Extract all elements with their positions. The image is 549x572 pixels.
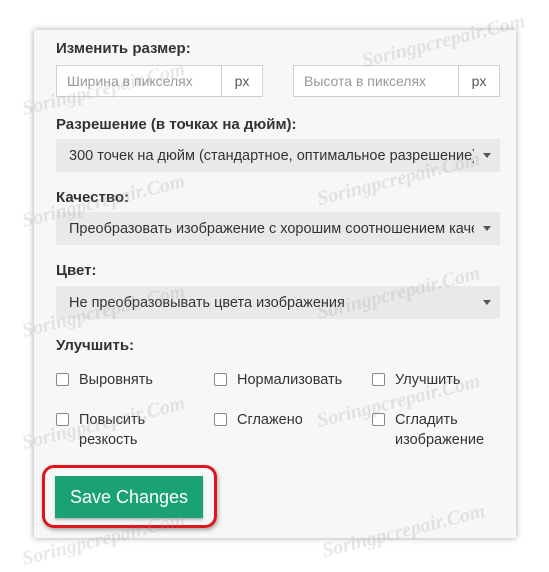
chevron-down-icon: [483, 226, 491, 231]
checkbox-label: Нормализовать: [237, 372, 343, 388]
width-unit: px: [221, 66, 262, 96]
quality-select[interactable]: Преобразовать изображение с хорошим соот…: [56, 212, 500, 245]
width-input-group: px: [56, 65, 263, 97]
resolution-selected: 300 точек на дюйм (стандартное, оптималь…: [69, 147, 474, 164]
checkbox-enhance[interactable]: Улучшить: [372, 370, 460, 390]
checkbox-label: Сглажено: [237, 412, 303, 428]
height-input-group: px: [293, 65, 500, 97]
checkbox-box[interactable]: [56, 373, 69, 386]
chevron-down-icon: [483, 153, 491, 158]
save-button-highlight: Save Changes: [42, 465, 217, 528]
width-input[interactable]: [57, 66, 221, 96]
checkbox-label: Сгладить изображение: [395, 412, 485, 448]
save-changes-button[interactable]: Save Changes: [55, 476, 203, 518]
settings-panel: [34, 30, 516, 538]
checkbox-label: Выровнять: [79, 372, 153, 388]
checkbox-despeckle[interactable]: Сгладить изображение: [372, 410, 497, 450]
checkbox-equalize[interactable]: Выровнять: [56, 370, 153, 390]
chevron-down-icon: [483, 300, 491, 305]
resolution-label: Разрешение (в точках на дюйм):: [56, 116, 297, 133]
checkbox-box[interactable]: [214, 413, 227, 426]
quality-selected: Преобразовать изображение с хорошим соот…: [69, 220, 474, 237]
height-unit: px: [458, 66, 499, 96]
checkbox-antialias[interactable]: Сглажено: [214, 410, 303, 430]
checkbox-box[interactable]: [372, 373, 385, 386]
enhance-label: Улучшить:: [56, 337, 135, 354]
checkbox-label: Улучшить: [395, 372, 461, 388]
color-select[interactable]: Не преобразовывать цвета изображения: [56, 286, 500, 319]
resize-label: Изменить размер:: [56, 40, 191, 57]
checkbox-box[interactable]: [372, 413, 385, 426]
checkbox-box[interactable]: [214, 373, 227, 386]
color-label: Цвет:: [56, 262, 97, 279]
resolution-select[interactable]: 300 точек на дюйм (стандартное, оптималь…: [56, 139, 500, 172]
checkbox-sharpen[interactable]: Повысить резкость: [56, 410, 166, 450]
checkbox-label: Повысить резкость: [79, 412, 146, 448]
checkbox-box[interactable]: [56, 413, 69, 426]
height-input[interactable]: [294, 66, 458, 96]
color-selected: Не преобразовывать цвета изображения: [69, 294, 345, 311]
quality-label: Качество:: [56, 189, 130, 206]
checkbox-normalize[interactable]: Нормализовать: [214, 370, 342, 390]
